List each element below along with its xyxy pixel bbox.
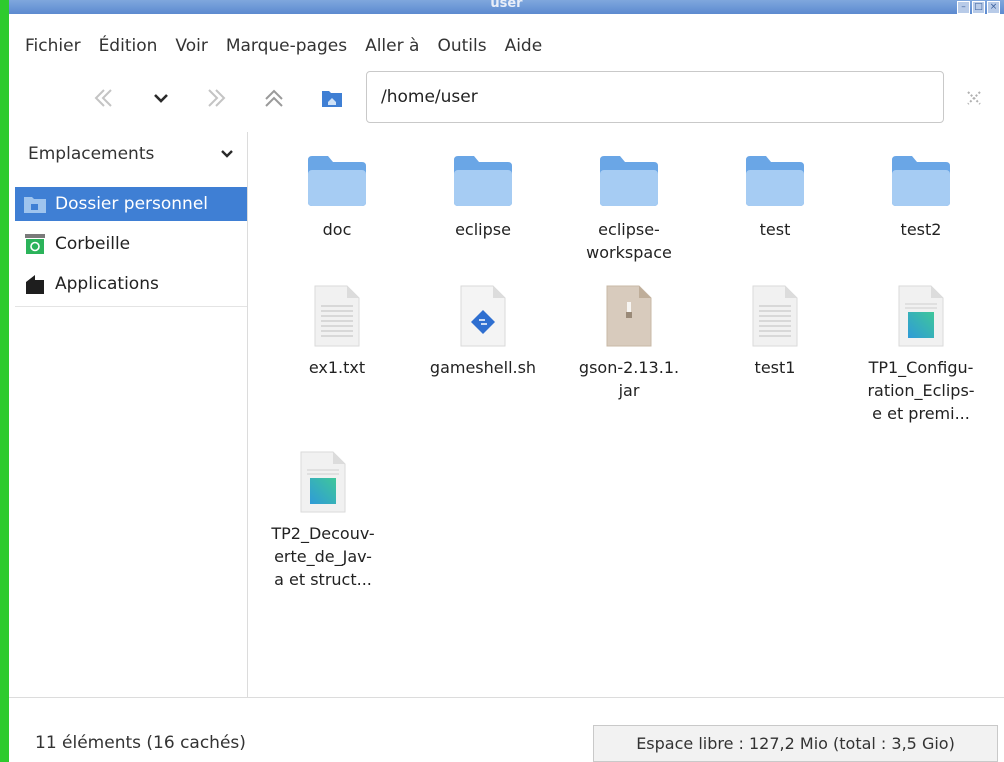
- file-item-gameshell[interactable]: gameshell.sh: [410, 270, 556, 379]
- clear-location-button[interactable]: [959, 82, 989, 114]
- back-arrow-icon: [94, 89, 112, 107]
- menu-aide[interactable]: Aide: [505, 36, 543, 56]
- history-dropdown[interactable]: [149, 82, 173, 114]
- menu-aller-a[interactable]: Aller à: [365, 36, 419, 56]
- script-file-icon: [460, 285, 506, 347]
- file-item-test1[interactable]: test1: [702, 270, 848, 379]
- file-item-tp1[interactable]: TP1_Configu- ration_Eclips- e et premi..…: [848, 270, 994, 425]
- minimize-button[interactable]: –: [957, 1, 970, 14]
- home-folder-icon: [21, 192, 49, 216]
- file-item-eclipse[interactable]: eclipse: [410, 132, 556, 241]
- text-file-icon: [314, 285, 360, 347]
- location-input[interactable]: /home/user: [366, 71, 944, 123]
- menu-edition[interactable]: Édition: [99, 36, 158, 56]
- folder-icon: [892, 156, 950, 206]
- free-space-indicator: Espace libre : 127,2 Mio (total : 3,5 Gi…: [593, 725, 998, 762]
- clear-icon: [967, 91, 981, 105]
- up-arrow-icon: [265, 89, 283, 107]
- file-name: doc: [322, 220, 352, 239]
- menu-bar: Fichier Édition Voir Marque-pages Aller …: [9, 26, 1004, 66]
- sidebar-item-label: Applications: [55, 274, 159, 294]
- document-file-icon: [300, 451, 346, 513]
- home-button[interactable]: [317, 82, 347, 114]
- menu-fichier[interactable]: Fichier: [25, 36, 81, 56]
- file-name: eclipse: [455, 220, 511, 239]
- file-item-test2[interactable]: test2: [848, 132, 994, 241]
- file-name: test: [759, 220, 791, 239]
- folder-icon: [308, 156, 366, 206]
- folder-icon: [454, 156, 512, 206]
- file-item-gson-jar[interactable]: gson-2.13.1. jar: [556, 270, 702, 402]
- sidebar-item-home[interactable]: Dossier personnel: [15, 187, 247, 221]
- archive-file-icon: [606, 285, 652, 347]
- menu-marque-pages[interactable]: Marque-pages: [226, 36, 347, 56]
- item-count: 11 éléments (16 cachés): [35, 733, 246, 753]
- forward-arrow-icon: [208, 89, 226, 107]
- folder-icon: [746, 156, 804, 206]
- left-border: [0, 0, 9, 762]
- sidebar-item-label: Corbeille: [55, 234, 131, 254]
- file-item-tp2[interactable]: TP2_Decouv- erte_de_Jav- a et struct...: [250, 436, 396, 591]
- chevron-down-icon[interactable]: [219, 148, 235, 160]
- places-header[interactable]: Emplacements: [28, 144, 154, 164]
- close-button[interactable]: ×: [987, 1, 1000, 14]
- window-title: user: [490, 0, 523, 11]
- sidebar: Emplacements Dossier personnel Corbeille: [9, 132, 248, 697]
- sidebar-item-trash[interactable]: Corbeille: [15, 227, 247, 261]
- file-name: TP2_Decouv- erte_de_Jav- a et struct...: [271, 524, 375, 589]
- trash-icon: [21, 232, 49, 256]
- home-folder-icon: [322, 91, 342, 107]
- file-item-test[interactable]: test: [702, 132, 848, 241]
- file-view[interactable]: doc eclipse eclipse- workspace test test…: [250, 132, 1004, 697]
- text-file-icon: [752, 285, 798, 347]
- toolbar: /home/user: [9, 70, 1004, 126]
- maximize-button[interactable]: □: [972, 1, 985, 14]
- file-item-ex1-txt[interactable]: ex1.txt: [264, 270, 410, 379]
- folder-icon: [600, 156, 658, 206]
- sidebar-divider: [15, 306, 247, 307]
- applications-icon: [21, 272, 49, 296]
- menu-voir[interactable]: Voir: [175, 36, 207, 56]
- file-name: test2: [900, 220, 942, 239]
- document-file-icon: [898, 285, 944, 347]
- sidebar-item-label: Dossier personnel: [55, 194, 209, 214]
- file-item-doc[interactable]: doc: [264, 132, 410, 241]
- file-name: test1: [754, 358, 796, 377]
- title-bar[interactable]: user – □ ×: [9, 0, 1004, 14]
- file-name: ex1.txt: [308, 358, 366, 377]
- back-button[interactable]: [89, 82, 119, 114]
- file-name: gson-2.13.1. jar: [578, 358, 680, 400]
- menu-outils[interactable]: Outils: [437, 36, 486, 56]
- sidebar-item-applications[interactable]: Applications: [15, 267, 247, 301]
- forward-button[interactable]: [201, 82, 231, 114]
- file-name: TP1_Configu- ration_Eclips- e et premi..…: [867, 358, 975, 423]
- location-path: /home/user: [381, 87, 478, 107]
- chevron-down-icon: [154, 94, 168, 103]
- file-name: eclipse- workspace: [586, 220, 672, 262]
- file-name: gameshell.sh: [429, 358, 537, 377]
- file-item-eclipse-workspace[interactable]: eclipse- workspace: [556, 132, 702, 264]
- up-button[interactable]: [259, 82, 289, 114]
- status-bar: 11 éléments (16 cachés) Espace libre : 1…: [9, 697, 1004, 762]
